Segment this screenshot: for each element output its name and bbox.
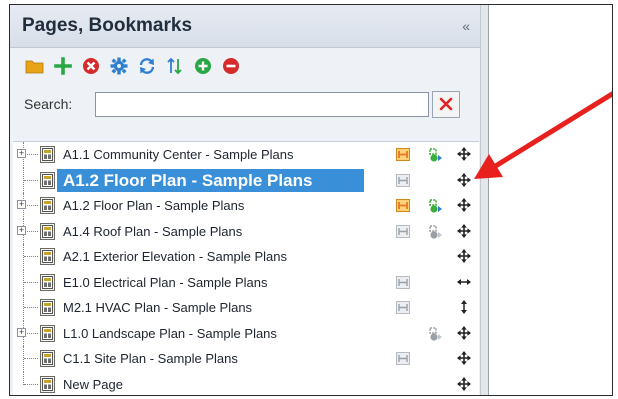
collapse-all-button[interactable] [221, 57, 240, 76]
tree-connector [24, 332, 38, 334]
search-row: Search: [10, 84, 480, 124]
sort-button[interactable] [165, 57, 184, 76]
move-all-icon[interactable] [457, 249, 471, 268]
page-icon [40, 171, 55, 194]
add-icon [53, 57, 72, 75]
panel-header: Pages, Bookmarks « [10, 5, 480, 48]
move-all-icon[interactable] [457, 351, 471, 370]
hyperlink-icon[interactable] [396, 173, 410, 192]
settings-icon [110, 57, 128, 75]
delete-icon [82, 57, 100, 75]
tree-connector [24, 383, 38, 385]
tree-row[interactable]: M2.1 HVAC Plan - Sample Plans [13, 295, 479, 321]
expand-toggle[interactable]: + [17, 327, 26, 337]
tree-row[interactable]: C1.1 Site Plan - Sample Plans [13, 346, 479, 372]
hyperlink-icon[interactable] [396, 224, 410, 243]
page-icon [40, 197, 55, 219]
panel-title: Pages, Bookmarks [22, 15, 193, 36]
tree-row[interactable]: + A1.4 Roof Plan - Sample Plans [13, 218, 479, 245]
tree-row[interactable]: A2.1 Exterior Elevation - Sample Plans [13, 244, 479, 270]
markups-icon[interactable] [428, 147, 444, 168]
tree-connector [24, 205, 38, 206]
page-label: E1.0 Electrical Plan - Sample Plans [63, 274, 268, 290]
folder-icon [25, 58, 44, 75]
page-label: A1.4 Roof Plan - Sample Plans [63, 223, 243, 239]
add-button[interactable] [53, 57, 72, 76]
hyperlink-icon[interactable] [396, 352, 410, 370]
expand-toggle[interactable]: + [17, 200, 26, 209]
hyperlink-icon[interactable] [396, 275, 410, 294]
tree-connector [24, 256, 38, 257]
panel-toolbar [10, 48, 480, 84]
callout-arrow [474, 91, 612, 179]
refresh-button[interactable] [137, 57, 156, 76]
move-all-icon[interactable] [457, 172, 471, 192]
tree-row[interactable]: + L1.0 Landscape Plan - Sample Plans [13, 320, 479, 347]
expand-toggle[interactable]: + [17, 149, 26, 158]
markups-icon[interactable] [428, 198, 444, 219]
expand-toggle[interactable]: + [17, 225, 26, 235]
tree-row[interactable]: + A1.2 Floor Plan - Sample Plans [13, 193, 479, 219]
collapse-all-icon [222, 57, 240, 75]
delete-button[interactable] [81, 57, 100, 76]
expand-all-icon [194, 57, 212, 75]
page-label: M2.1 HVAC Plan - Sample Plans [63, 300, 253, 315]
page-icon [40, 222, 55, 245]
move-horizontal-icon[interactable] [457, 275, 471, 294]
page-label: L1.0 Landscape Plan - Sample Plans [63, 325, 277, 341]
page-icon [40, 273, 55, 296]
tree-connector [24, 230, 38, 232]
search-input[interactable] [95, 91, 429, 117]
tree-row[interactable]: New Page [13, 371, 479, 396]
close-icon [439, 97, 453, 111]
move-all-icon[interactable] [457, 147, 471, 166]
markups-icon[interactable] [428, 326, 444, 347]
page-icon [40, 248, 55, 270]
collapse-panel-button[interactable]: « [462, 18, 470, 34]
page-icon [40, 350, 55, 372]
hyperlink-icon[interactable] [396, 148, 410, 166]
move-vertical-icon[interactable] [457, 300, 471, 319]
page-label: A1.1 Community Center - Sample Plans [63, 147, 294, 162]
refresh-icon [138, 57, 156, 75]
sort-icon [166, 57, 184, 75]
hyperlink-icon[interactable] [396, 199, 410, 217]
page-label: C1.1 Site Plan - Sample Plans [63, 351, 238, 366]
tree-row[interactable]: E1.0 Electrical Plan - Sample Plans [13, 269, 479, 296]
screen-frame: Pages, Bookmarks « Search: + A1.1 Communi… [9, 4, 613, 396]
page-label: A2.1 Exterior Elevation - Sample Plans [63, 249, 287, 264]
tree-connector [24, 358, 38, 359]
tree-connector [24, 307, 38, 308]
move-all-icon[interactable] [457, 325, 471, 345]
tree-row[interactable]: + A1.1 Community Center - Sample Plans [13, 142, 479, 168]
tree-connector [24, 179, 38, 181]
markups-icon[interactable] [428, 224, 444, 245]
page-icon [40, 146, 55, 168]
page-icon [40, 375, 55, 396]
pages-bookmarks-panel: Pages, Bookmarks « Search: + A1.1 Communi… [10, 5, 481, 395]
clear-search-button[interactable] [432, 90, 460, 118]
tree-connector [24, 281, 38, 283]
hyperlink-icon[interactable] [396, 301, 410, 319]
page-label: A1.2 Floor Plan - Sample Plans [63, 198, 245, 213]
page-label: New Page [63, 376, 123, 392]
expand-all-button[interactable] [193, 57, 212, 76]
page-tree: + A1.1 Community Center - Sample Plans A1.… [13, 141, 479, 395]
page-icon [40, 299, 55, 321]
tree-connector [24, 154, 38, 155]
move-all-icon[interactable] [457, 223, 471, 243]
page-label: A1.2 Floor Plan - Sample Plans [63, 170, 313, 190]
settings-button[interactable] [109, 57, 128, 76]
folder-button[interactable] [25, 57, 44, 76]
tree-row[interactable]: A1.2 Floor Plan - Sample Plans [13, 167, 479, 194]
move-all-icon[interactable] [457, 376, 471, 396]
move-all-icon[interactable] [457, 198, 471, 217]
search-label: Search: [24, 96, 73, 112]
page-icon [40, 324, 55, 347]
